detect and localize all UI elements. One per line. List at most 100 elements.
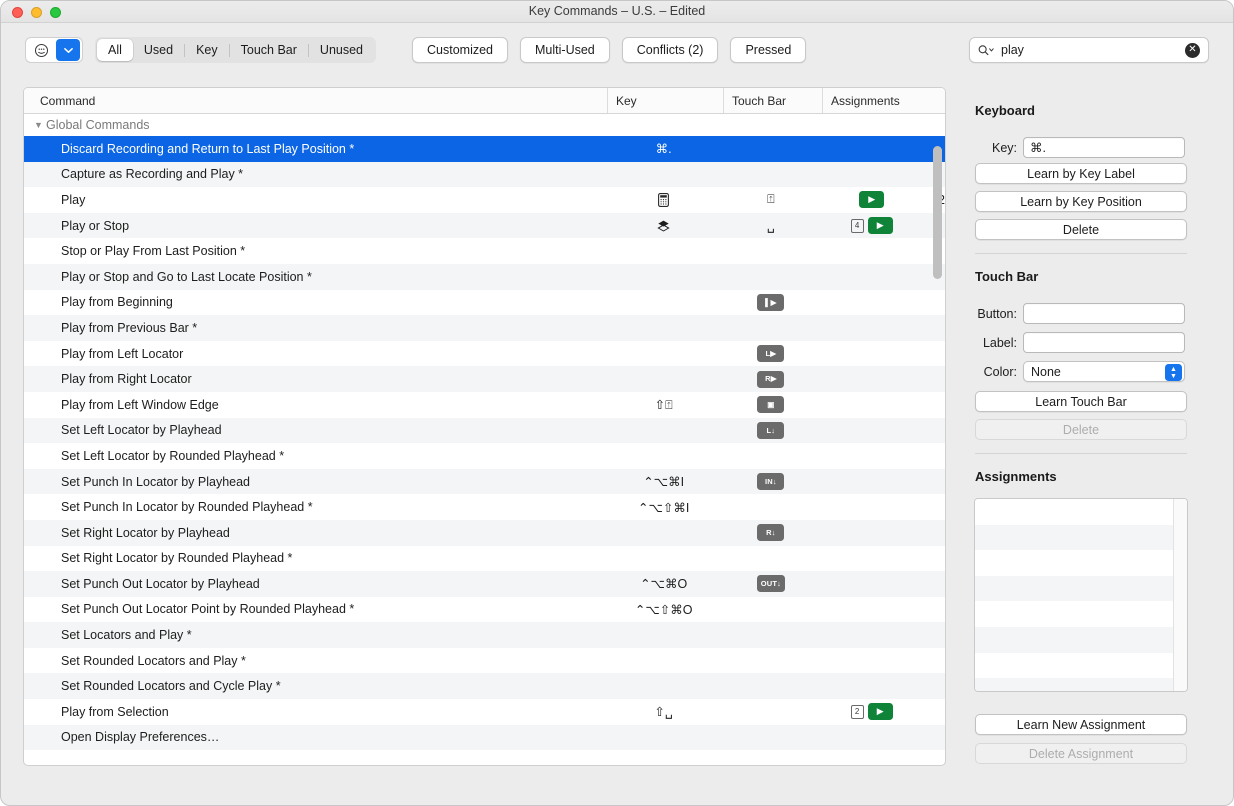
search-field[interactable]: play ✕: [969, 37, 1209, 63]
table-row[interactable]: Set Right Locator by Rounded Playhead *: [24, 545, 945, 572]
cell-command: Play from Selection: [61, 704, 169, 719]
table-row[interactable]: Play from Beginning ▌▶: [24, 289, 945, 316]
cell-key: [606, 218, 722, 233]
table-row[interactable]: Set Punch In Locator by Rounded Playhead…: [24, 494, 945, 520]
numpad-icon: [657, 192, 670, 207]
play-assignment-icon[interactable]: ▶: [859, 191, 885, 209]
touch-bar-chip[interactable]: IN↓: [757, 473, 785, 491]
table-row[interactable]: Set Right Locator by Playhead R↓: [24, 519, 945, 546]
play-assignment-icon[interactable]: ▶: [867, 703, 893, 721]
table-row[interactable]: Set Rounded Locators and Cycle Play *: [24, 673, 945, 700]
table-scrollbar[interactable]: [933, 142, 942, 762]
table-row[interactable]: Play⍐▶2: [24, 187, 945, 213]
keyboard-delete-button[interactable]: Delete: [975, 219, 1187, 240]
cell-command: Play from Previous Bar *: [61, 320, 198, 335]
table-row[interactable]: Set Locators and Play *: [24, 622, 945, 648]
table-row[interactable]: Set Punch In Locator by Playhead ⌃⌥⌘I IN↓: [24, 468, 945, 495]
cell-command: Set Locators and Play *: [61, 628, 192, 643]
cell-command: Set Rounded Locators and Cycle Play *: [61, 679, 281, 694]
play-assignment-icon[interactable]: ▶: [867, 217, 893, 235]
cell-command: Set Punch Out Locator by Playhead: [61, 576, 260, 591]
assignment-count-box: 2: [850, 704, 864, 719]
table-row[interactable]: Play or Stop and Go to Last Locate Posit…: [24, 263, 945, 290]
segment-all[interactable]: All: [97, 39, 133, 61]
touch-bar-color-value: None: [1031, 364, 1061, 379]
assignment-row[interactable]: [975, 524, 1187, 551]
table-row[interactable]: Play from Previous Bar *: [24, 315, 945, 341]
table-row[interactable]: Set Rounded Locators and Play *: [24, 647, 945, 674]
search-icon[interactable]: [978, 44, 995, 57]
table-row[interactable]: Capture as Recording and Play *: [24, 161, 945, 188]
key-field[interactable]: ⌘.: [1023, 137, 1185, 158]
title-bar: Key Commands – U.S. – Edited: [1, 1, 1233, 23]
column-header-key[interactable]: Key: [607, 88, 723, 113]
learn-new-assignment-button[interactable]: Learn New Assignment: [975, 714, 1187, 735]
assignment-row[interactable]: [975, 499, 1187, 525]
pressed-button[interactable]: Pressed: [730, 37, 807, 63]
cell-command: Play: [61, 192, 86, 207]
touch-bar-color-popup[interactable]: None ▲ ▼: [1023, 361, 1185, 382]
cell-command: Capture as Recording and Play *: [61, 167, 244, 182]
multi-used-button[interactable]: Multi-Used: [520, 37, 610, 63]
touch-bar-button-field[interactable]: [1023, 303, 1185, 324]
assignment-row[interactable]: [975, 626, 1187, 653]
table-row[interactable]: Play from Right Locator R▶: [24, 366, 945, 392]
inspector-sidebar: Keyboard Key: ⌘. Learn by Key Label Lear…: [959, 87, 1213, 780]
table-row[interactable]: Play or Stop ␣ 4 ▶: [24, 212, 945, 239]
conflicts-button[interactable]: Conflicts (2): [621, 37, 719, 63]
learn-by-key-position-button[interactable]: Learn by Key Position: [975, 191, 1187, 212]
table-row[interactable]: Set Punch Out Locator Point by Rounded P…: [24, 596, 945, 623]
assignments-heading: Assignments: [975, 469, 1057, 484]
table-row[interactable]: Play from Left Locator L▶: [24, 340, 945, 367]
table-row[interactable]: Set Left Locator by Rounded Playhead *: [24, 443, 945, 469]
touch-bar-chip[interactable]: R▶: [757, 370, 785, 388]
assignment-row[interactable]: [975, 601, 1187, 627]
segment-unused[interactable]: Unused: [309, 39, 374, 61]
learn-by-key-label-button[interactable]: Learn by Key Label: [975, 163, 1187, 184]
customized-button[interactable]: Customized: [412, 37, 509, 63]
assignment-row[interactable]: [975, 652, 1187, 679]
table-row[interactable]: Discard Recording and Return to Last Pla…: [24, 136, 945, 162]
touch-bar-chip[interactable]: OUT↓: [756, 575, 786, 593]
touch-bar-chip[interactable]: ▌▶: [757, 293, 785, 311]
smiley-options-icon[interactable]: [28, 39, 54, 61]
assignment-row[interactable]: [975, 575, 1187, 602]
assignments-scrollbar[interactable]: [1173, 499, 1187, 691]
assignment-row[interactable]: [975, 550, 1187, 576]
table-row[interactable]: Stop or Play From Last Position *: [24, 238, 945, 264]
clear-icon[interactable]: ✕: [1185, 42, 1200, 58]
segment-key[interactable]: Key: [185, 39, 229, 61]
segment-touch-bar[interactable]: Touch Bar: [230, 39, 308, 61]
column-header-touch-bar[interactable]: Touch Bar: [723, 88, 822, 113]
assignment-row[interactable]: [975, 678, 1187, 691]
touch-bar-chip[interactable]: L▶: [757, 345, 785, 363]
table-row[interactable]: Play from Selection ⇧␣ 2 ▶: [24, 699, 945, 725]
table-row[interactable]: Set Punch Out Locator by Playhead ⌃⌥⌘O OUT…: [24, 571, 945, 597]
touch-bar-label-field[interactable]: [1023, 332, 1185, 353]
table-row[interactable]: Open Display Preferences…: [24, 724, 945, 751]
table-scrollbar-thumb[interactable]: [933, 146, 942, 279]
search-input[interactable]: play: [1001, 43, 1185, 57]
table-body: ▼ Global Commands Discard Recording and …: [24, 114, 945, 765]
table-row[interactable]: Play from Left Window Edge ⇧⍐ ▣: [24, 391, 945, 418]
segment-used[interactable]: Used: [133, 39, 184, 61]
table-row[interactable]: Set Left Locator by Playhead L↓: [24, 417, 945, 444]
cell-command: Set Left Locator by Playhead: [61, 423, 222, 438]
stepper-arrows-icon[interactable]: ▲ ▼: [1165, 364, 1182, 381]
learn-touch-bar-button[interactable]: Learn Touch Bar: [975, 391, 1187, 412]
touch-bar-chip[interactable]: L↓: [757, 421, 785, 439]
group-row-global-commands[interactable]: ▼ Global Commands: [24, 114, 945, 136]
touch-bar-color-label: Color:: [983, 364, 1017, 379]
assignments-list[interactable]: [974, 498, 1188, 692]
filter-segmented-control: All Used Key Touch Bar Unused: [95, 37, 377, 63]
column-header-command[interactable]: Command: [24, 88, 607, 113]
touch-bar-chip[interactable]: R↓: [757, 524, 785, 542]
cell-command: Stop or Play From Last Position *: [61, 244, 246, 259]
sidebar-divider: [975, 253, 1187, 254]
cell-command: Open Display Preferences…: [61, 730, 220, 745]
touch-bar-chip[interactable]: ▣: [757, 396, 785, 414]
column-header-assignments[interactable]: Assignments: [822, 88, 929, 113]
chevron-down-icon[interactable]: [56, 39, 80, 61]
cell-assignments: 4 ▶: [820, 217, 927, 235]
chevron-down-icon[interactable]: ▼: [34, 120, 46, 130]
